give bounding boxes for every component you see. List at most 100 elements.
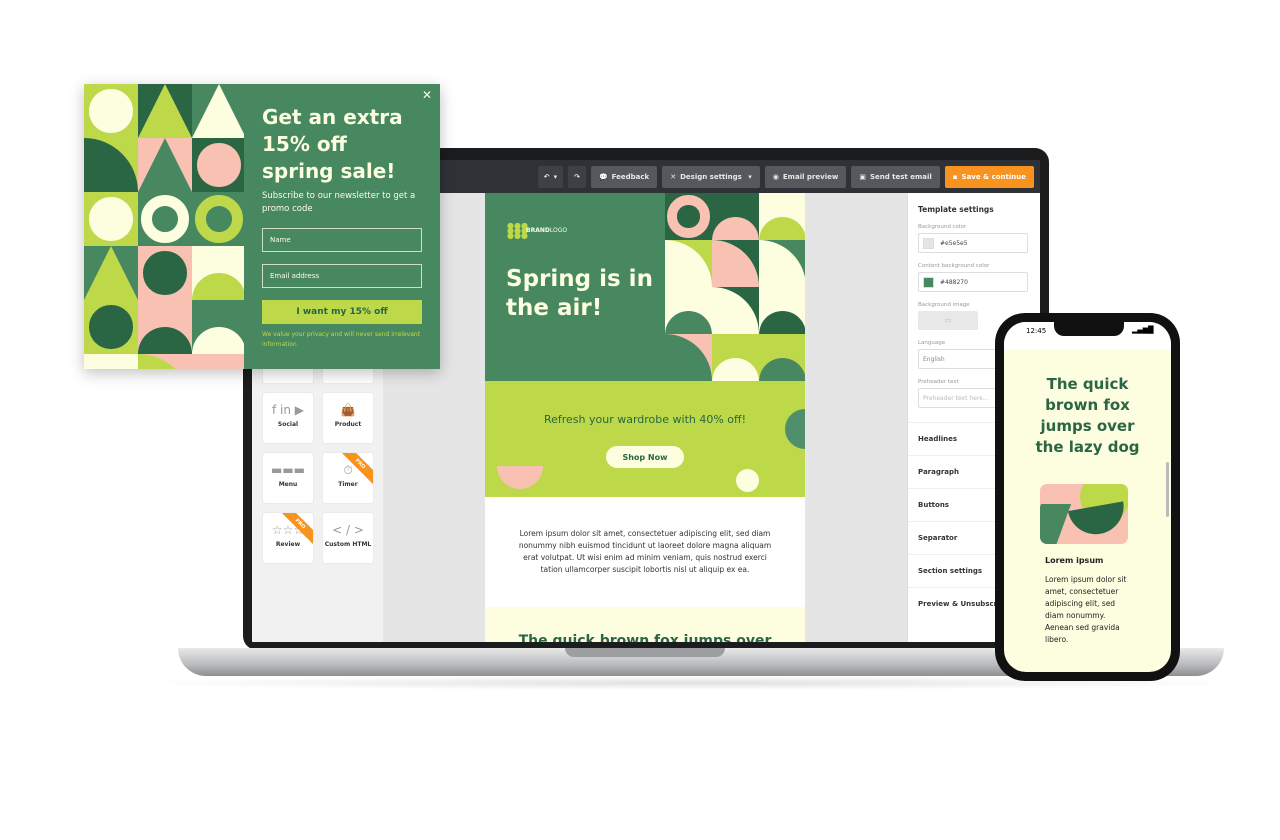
email-input[interactable]: Email address — [262, 264, 422, 288]
undo-icon: ↶ — [543, 172, 550, 181]
pattern-tile — [759, 193, 805, 240]
block-product[interactable]: 👜 Product — [323, 393, 373, 443]
phone-heading: The quick brown fox jumps over the lazy … — [1035, 375, 1140, 456]
block-custom-html[interactable]: < / > Custom HTML — [323, 513, 373, 563]
social-icon: f in ▶ — [271, 403, 305, 417]
send-test-email-button[interactable]: ▣ Send test email — [851, 165, 940, 188]
bg-color-label: Background color — [918, 224, 967, 230]
pattern-tile — [712, 334, 759, 381]
popup-form: ✕ Get an extra 15% off spring sale! Subs… — [244, 84, 440, 369]
block-timer[interactable]: ⏱ Timer PRO — [323, 453, 373, 503]
bg-image-label: Background image — [918, 302, 970, 308]
scrollbar[interactable] — [1166, 462, 1169, 517]
pattern-tile — [84, 192, 138, 246]
logo-dots-icon: ●●● ●●● ●●● — [507, 221, 528, 240]
design-settings-button[interactable]: ✕ Design settings ▾ — [662, 165, 760, 188]
card-body: Lorem ipsum dolor sit amet, consectetuer… — [1045, 575, 1127, 644]
email-preview-button[interactable]: ◉ Email preview — [764, 165, 847, 188]
pattern-tile — [84, 138, 138, 192]
pattern-tile — [138, 246, 192, 300]
color-swatch[interactable] — [923, 237, 934, 249]
pattern-tile — [665, 240, 712, 287]
chat-icon: 💬 — [598, 172, 608, 181]
pattern-tile — [138, 354, 192, 369]
pattern-tile — [138, 138, 192, 192]
next-section: The quick brown fox jumps over — [485, 607, 805, 642]
card-title: Lorem ipsum — [1045, 556, 1104, 565]
chevron-down-icon[interactable]: ▾ — [746, 173, 752, 181]
pattern-tile — [192, 138, 244, 192]
inbox-icon: ▣ — [859, 172, 866, 181]
content-bg-field[interactable]: #488270 — [918, 272, 1028, 292]
phone-screen: 12:45 ▂▄▆█ The quick brown fox jumps ove… — [1004, 322, 1171, 672]
redo-icon: ↷ — [574, 172, 580, 181]
geometric-pattern — [665, 193, 805, 381]
shop-now-button[interactable]: Shop Now — [606, 446, 684, 468]
pattern-tile — [665, 287, 712, 334]
block-review[interactable]: ☆☆☆ Review PRO — [263, 513, 313, 563]
code-icon: < / > — [332, 523, 364, 537]
feedback-button[interactable]: 💬 Feedback — [590, 165, 658, 188]
pattern-tile — [665, 193, 712, 240]
shopping-bag-icon: 👜 — [340, 403, 356, 417]
tools-icon: ✕ — [670, 172, 677, 181]
signup-popup: ✕ Get an extra 15% off spring sale! Subs… — [84, 84, 440, 369]
pattern-tile — [759, 287, 805, 334]
pattern-tile — [192, 246, 244, 300]
popup-subtitle: Subscribe to our newsletter to get a pro… — [262, 191, 416, 214]
image-icon: ▭ — [944, 316, 952, 324]
save-icon: ▪ — [952, 172, 958, 181]
undo-button[interactable]: ↶ ▾ — [537, 165, 564, 188]
laptop-hinge — [565, 648, 725, 657]
pattern-tile — [665, 334, 712, 381]
status-time: 12:45 — [1026, 327, 1047, 335]
pattern-tile — [192, 84, 244, 138]
promo-text: Refresh your wardrobe with 40% off! — [543, 413, 747, 426]
phone-notch — [1054, 322, 1124, 336]
status-bar: 12:45 ▂▄▆█ — [1004, 322, 1171, 350]
close-icon[interactable]: ✕ — [422, 88, 432, 102]
phone-mockup: 12:45 ▂▄▆█ The quick brown fox jumps ove… — [995, 313, 1180, 681]
pattern-tile — [712, 240, 759, 287]
pattern-tile — [192, 192, 244, 246]
next-heading: The quick brown fox jumps over — [518, 633, 772, 642]
privacy-note: We value your privacy and will never sen… — [262, 331, 421, 348]
color-swatch[interactable] — [923, 276, 934, 288]
menu-icon: ▬▬▬ — [270, 463, 305, 477]
save-continue-button[interactable]: ▪ Save & continue — [944, 165, 1034, 188]
image-upload-button[interactable]: ▭ — [918, 311, 978, 330]
brand-logo: ●●● ●●● ●●● BRAND LOGO — [507, 221, 568, 240]
pattern-tile — [192, 354, 244, 369]
pattern-tile — [138, 84, 192, 138]
claim-discount-button[interactable]: I want my 15% off — [262, 300, 422, 324]
hero-title: Spring is in the air! — [506, 266, 653, 321]
pattern-tile — [759, 240, 805, 287]
eye-icon: ◉ — [772, 172, 779, 181]
pattern-tile — [84, 84, 138, 138]
content-bg-label: Content background color — [918, 263, 990, 269]
half-circle-shape — [497, 466, 543, 489]
pattern-tile — [84, 354, 138, 369]
popup-headline: Get an extra 15% off spring sale! — [262, 105, 403, 183]
pattern-tile — [192, 300, 244, 354]
pattern-tile — [138, 192, 192, 246]
body-text: Lorem ipsum dolor sit amet, consectetuer… — [518, 529, 772, 574]
promo-section[interactable]: Refresh your wardrobe with 40% off! Shop… — [485, 381, 805, 497]
hero-section[interactable]: ●●● ●●● ●●● BRAND LOGO Spring is in the air… — [485, 193, 805, 381]
pattern-tile — [84, 300, 138, 354]
geometric-pattern — [84, 84, 244, 369]
card-image — [1040, 484, 1128, 544]
block-social[interactable]: f in ▶ Social — [263, 393, 313, 443]
pattern-tile — [759, 334, 805, 381]
settings-title: Template settings — [918, 205, 994, 214]
pattern-tile — [712, 193, 759, 240]
circle-shape — [736, 469, 759, 492]
name-input[interactable]: Name — [262, 228, 422, 252]
signal-icon: ▂▄▆█ — [1132, 326, 1154, 334]
pattern-tile — [712, 287, 759, 334]
pattern-tile — [138, 300, 192, 354]
bg-color-field[interactable]: #e5e5e5 — [918, 233, 1028, 253]
block-menu[interactable]: ▬▬▬ Menu — [263, 453, 313, 503]
redo-button[interactable]: ↷ — [568, 165, 586, 188]
email-canvas: ●●● ●●● ●●● BRAND LOGO Spring is in the air… — [485, 193, 805, 642]
